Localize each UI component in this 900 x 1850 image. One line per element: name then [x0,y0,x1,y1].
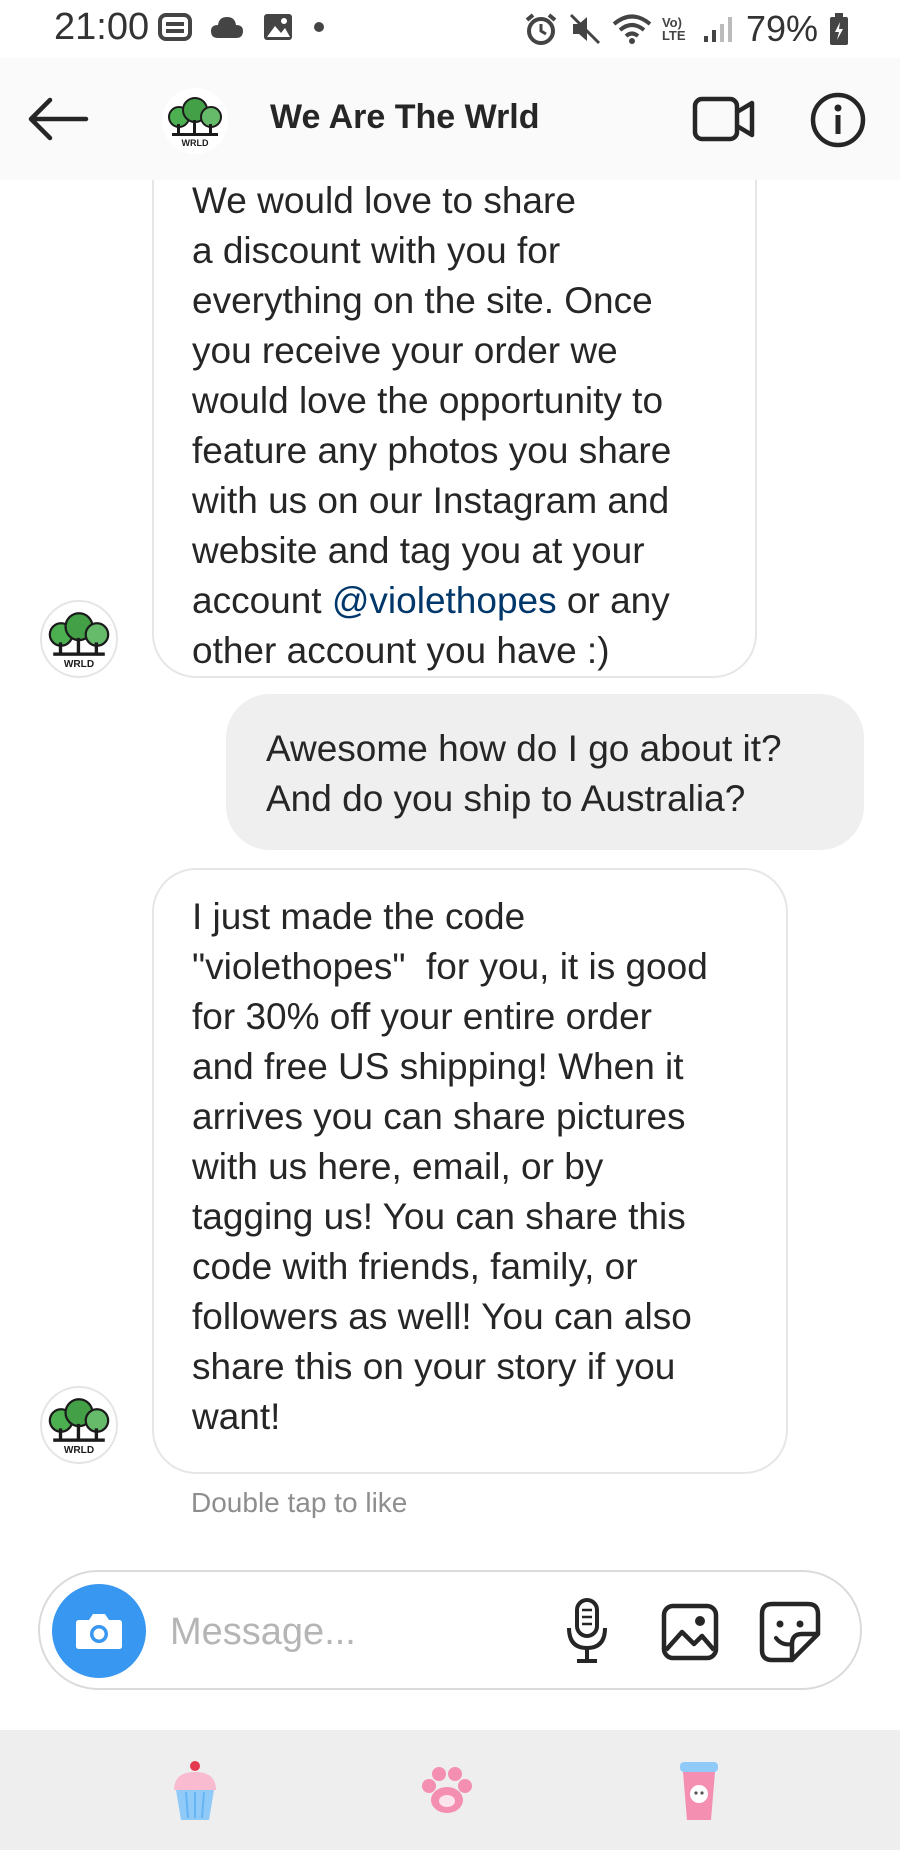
battery-percent: 79% [745,8,818,49]
video-call-icon[interactable] [692,94,756,144]
lte-indicator: Vo) LTE [661,15,686,43]
wrld-logo-icon: WRLD [48,612,110,670]
sender-avatar[interactable]: WRLD [40,600,118,678]
gallery-icon[interactable] [660,1602,720,1662]
sticker-icon[interactable] [758,1600,822,1664]
status-right-icons: Vo) LTE 79% [524,8,850,50]
sender-avatar[interactable]: WRLD [40,1386,118,1464]
camera-icon [76,1614,122,1649]
double-tap-hint: Double tap to like [191,1487,408,1518]
message-input[interactable] [168,1600,552,1664]
message-composer [38,1570,862,1690]
status-left-icons [158,12,326,42]
wifi-icon [612,14,652,44]
message-text: I just made the code "violethopes" for y… [192,896,708,1437]
keyboard-sticker-strip [0,1730,900,1850]
conversation-header: WRLD We Are The Wrld [0,58,900,182]
message-text: Awesome how do I go about it? And do you… [266,728,782,819]
cup-sticker-icon[interactable] [664,1756,734,1826]
alarm-icon [525,13,557,45]
conversation-title[interactable]: We Are The Wrld [270,98,540,137]
logo-text: WRLD [64,659,94,670]
header-avatar[interactable]: WRLD [162,88,228,154]
logo-text: WRLD [64,1445,94,1456]
mute-icon [569,13,600,45]
incoming-message-bubble[interactable]: I just made the code "violethopes" for y… [152,868,788,1474]
battery-icon [830,13,848,45]
message-thread[interactable]: We would love to share a discount with y… [0,180,900,1550]
camera-button[interactable] [52,1584,146,1678]
incoming-message-bubble[interactable]: We would love to share a discount with y… [152,180,757,678]
status-bar: 21:00 Vo) LTE 79% [0,0,900,58]
wrld-logo-icon: WRLD [168,97,222,148]
paw-sticker-icon[interactable] [412,1756,482,1826]
more-notifications-dot-icon [314,22,324,32]
status-time: 21:00 [54,6,150,48]
wrld-logo-icon: WRLD [48,1398,110,1456]
logo-text: WRLD [182,138,209,148]
cupcake-sticker-icon[interactable] [160,1756,230,1826]
microphone-icon[interactable] [562,1596,612,1666]
back-arrow-icon[interactable] [26,96,90,142]
outgoing-message-bubble[interactable]: Awesome how do I go about it? And do you… [226,694,864,850]
mention-link[interactable]: @violethopes [332,580,557,621]
signal-icon [703,17,732,42]
info-icon[interactable] [810,92,866,148]
cloud-icon [211,17,243,38]
message-text: We would love to share a discount with y… [192,180,672,671]
message-notification-icon [158,13,192,41]
image-notification-icon [264,14,292,40]
